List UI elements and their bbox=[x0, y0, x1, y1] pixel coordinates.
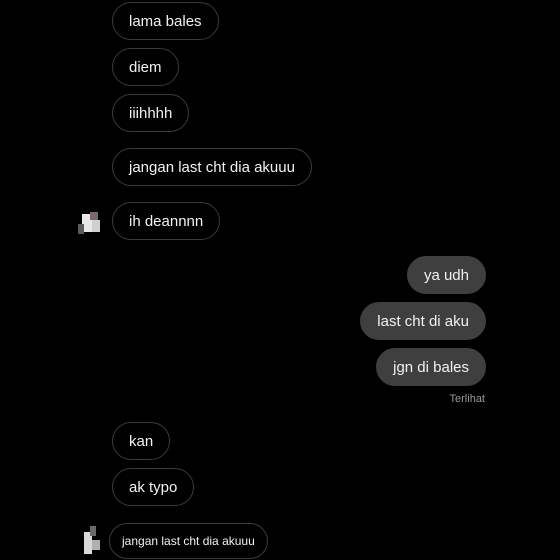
message-text: ak typo bbox=[129, 478, 178, 496]
message-bubble-incoming[interactable]: kan bbox=[112, 422, 171, 460]
message-text: kan bbox=[129, 432, 154, 450]
message-text: iiihhhh bbox=[129, 104, 173, 122]
message-bubble-incoming[interactable]: ih deannnn bbox=[112, 202, 221, 240]
message-text: last cht di aku bbox=[377, 312, 469, 330]
message-text: diem bbox=[129, 58, 162, 76]
message-bubble-incoming[interactable]: lama bales bbox=[112, 2, 219, 40]
sender-avatar[interactable] bbox=[76, 526, 106, 556]
message-text: jgn di bales bbox=[393, 358, 469, 376]
message-bubble-outgoing[interactable]: jgn di bales bbox=[376, 348, 486, 386]
message-bubble-incoming[interactable]: ak typo bbox=[112, 468, 195, 506]
message-text: lama bales bbox=[129, 12, 202, 30]
sender-avatar[interactable] bbox=[76, 210, 106, 240]
message-bubble-incoming[interactable]: jangan last cht dia akuuu bbox=[109, 523, 268, 559]
message-text: jangan last cht dia akuuu bbox=[129, 158, 295, 176]
message-bubble-incoming[interactable]: jangan last cht dia akuuu bbox=[112, 148, 312, 186]
message-bubble-incoming[interactable]: diem bbox=[112, 48, 179, 86]
seen-status: Terlihat bbox=[449, 393, 485, 405]
message-text: ih deannnn bbox=[129, 212, 204, 230]
message-text: jangan last cht dia akuuu bbox=[122, 534, 255, 548]
message-bubble-incoming[interactable]: iiihhhh bbox=[112, 94, 190, 132]
message-bubble-outgoing[interactable]: ya udh bbox=[406, 256, 486, 294]
message-bubble-outgoing[interactable]: last cht di aku bbox=[360, 302, 486, 340]
message-text: ya udh bbox=[423, 266, 469, 284]
